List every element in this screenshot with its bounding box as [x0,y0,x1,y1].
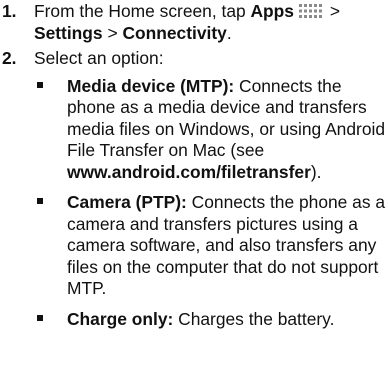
option-charge-only: Charge only: Charges the battery. [0,309,388,331]
apps-grid-icon [298,4,322,18]
step-1-suffix: . [226,22,232,43]
apps-label: Apps [250,1,294,21]
bullet-marker-icon [37,314,43,321]
bullet-marker-icon [37,81,43,88]
step-1-separator: > [324,1,340,21]
settings-label: Settings [34,22,103,43]
instructions-document: 1. From the Home screen, tap Apps > Sett… [0,0,388,339]
option-title: Camera (PTP): [67,192,187,212]
step-2-text: Select an option: [34,48,164,68]
option-description-end: ). [310,161,322,182]
step-1-prefix: From the Home screen, tap [34,1,251,21]
option-media-device: Media device (MTP): Connects the phone a… [0,76,388,184]
options-list: Media device (MTP): Connects the phone a… [0,76,388,331]
step-number: 1. [2,1,17,21]
step-1-separator: > [102,22,123,43]
step-number: 2. [2,48,17,68]
filetransfer-url: www.android.com/filetransfer [67,161,311,182]
step-1: 1. From the Home screen, tap Apps > Sett… [0,1,388,44]
step-2: 2. Select an option: [0,48,388,70]
option-title: Charge only: [67,308,174,329]
connectivity-label: Connectivity [122,22,227,43]
option-camera: Camera (PTP): Connects the phone as a ca… [0,192,388,300]
option-title: Media device (MTP): [67,75,235,96]
bullet-marker-icon [37,198,43,204]
option-description: Charges the battery. [173,308,335,329]
